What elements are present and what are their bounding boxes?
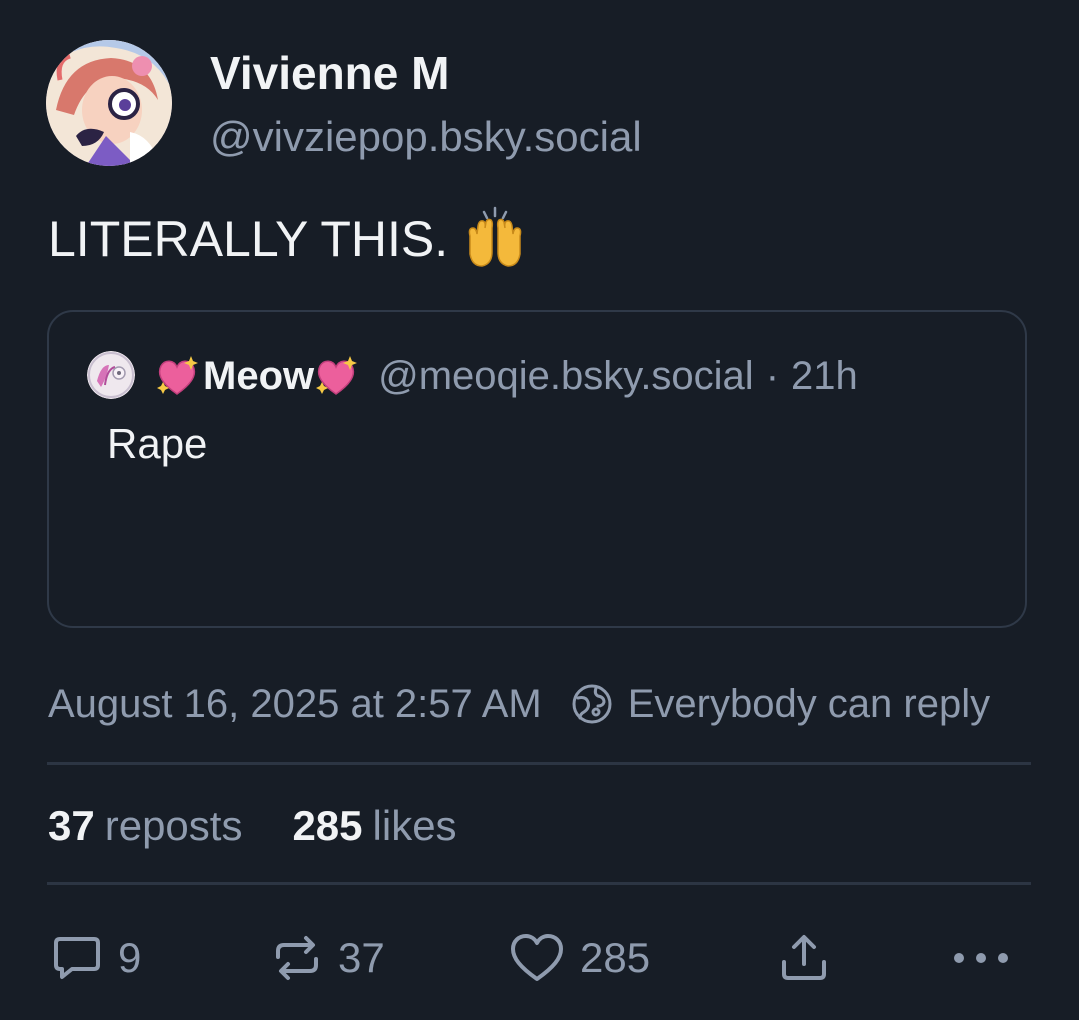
like-button[interactable]: 285 — [508, 930, 650, 986]
like-count: 285 — [580, 934, 651, 981]
author-avatar[interactable] — [46, 40, 172, 166]
raising-hands-emoji — [462, 206, 528, 272]
quoted-post-header: Meow @meoqie.bsky.social · 21h — [153, 346, 858, 406]
quoted-author-avatar[interactable] — [87, 351, 135, 399]
post-text: LITERALLY THIS. — [48, 211, 449, 267]
likes-label: likes — [372, 802, 457, 849]
divider — [47, 762, 1031, 765]
post-meta: August 16, 2025 at 2:57 AM Everybody can… — [48, 676, 990, 732]
reply-setting[interactable]: Everybody can reply — [570, 682, 990, 727]
post-thread-view: Vivienne M @vivziepop.bsky.social LITERA… — [0, 0, 1079, 1020]
separator-dot: · — [765, 353, 780, 398]
post-timestamp: August 16, 2025 at 2:57 AM — [48, 681, 542, 726]
reposts-count: 37 — [48, 802, 95, 849]
likes-count: 285 — [292, 802, 363, 849]
ellipsis-icon — [954, 953, 1008, 963]
likes-stat[interactable]: 285 likes — [292, 802, 456, 850]
repost-button[interactable]: 37 — [270, 930, 385, 986]
quoted-post-time: 21h — [791, 353, 858, 398]
repost-count: 37 — [338, 934, 385, 981]
sparkling-heart-emoji — [312, 352, 360, 400]
quoted-author-handle[interactable]: @meoqie.bsky.social — [378, 354, 754, 399]
reposts-label: reposts — [104, 802, 243, 849]
post-stats: 37 reposts 285 likes — [48, 798, 457, 854]
reply-button[interactable]: 9 — [50, 930, 141, 986]
share-icon — [782, 935, 826, 980]
reposts-stat[interactable]: 37 reposts — [48, 802, 242, 850]
share-button[interactable] — [776, 930, 832, 986]
post-text-row: LITERALLY THIS. — [48, 206, 528, 272]
quoted-post-card[interactable]: Meow @meoqie.bsky.social · 21h Rape — [47, 310, 1027, 628]
sparkling-heart-emoji — [153, 352, 201, 400]
globe-icon — [572, 684, 612, 724]
repost-icon — [276, 936, 318, 980]
divider — [47, 882, 1031, 885]
more-options-button[interactable] — [950, 930, 1012, 986]
author-display-name[interactable]: Vivienne M — [210, 44, 449, 102]
reply-setting-label: Everybody can reply — [627, 681, 991, 726]
author-handle[interactable]: @vivziepop.bsky.social — [210, 110, 642, 164]
quoted-author-name[interactable]: Meow — [203, 354, 314, 399]
heart-icon — [511, 934, 563, 981]
reply-count: 9 — [118, 934, 142, 981]
quoted-post-text: Rape — [107, 420, 208, 467]
reply-icon — [54, 937, 100, 979]
